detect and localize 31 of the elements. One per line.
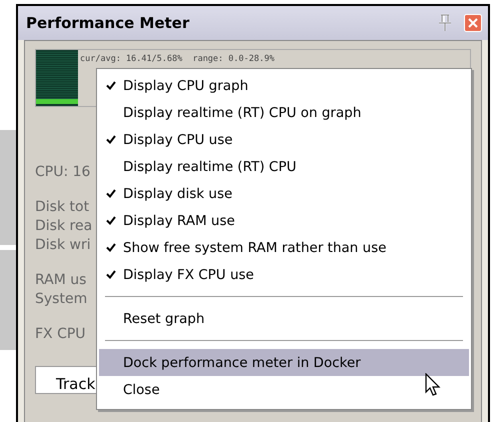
- stat-label: Disk tot: [35, 198, 90, 217]
- menu-item[interactable]: Display FX CPU use: [99, 261, 469, 288]
- stat-label: Disk rea: [35, 217, 92, 236]
- cpu-graph: [36, 50, 78, 106]
- stat-label: RAM us: [35, 271, 86, 290]
- menu-item[interactable]: Display CPU graph: [99, 72, 469, 99]
- menu-item[interactable]: Display RAM use: [99, 207, 469, 234]
- stat-label: System: [35, 290, 88, 309]
- menu-item[interactable]: Reset graph: [99, 305, 469, 332]
- menu-item[interactable]: Display disk use: [99, 180, 469, 207]
- stat-label: CPU: 16: [35, 163, 90, 182]
- stat-label: FX CPU: [35, 325, 86, 344]
- menu-item[interactable]: Display CPU use: [99, 126, 469, 153]
- mouse-pointer-icon: [425, 373, 441, 397]
- cpu-readout: cur/avg: 16.41/5.68% range: 0.0-28.9%: [80, 54, 274, 64]
- checkmark-icon: [106, 243, 116, 252]
- close-icon[interactable]: [464, 14, 482, 32]
- checkmark-icon: [106, 135, 116, 144]
- checkmark-icon: [106, 189, 116, 198]
- checkmark-icon: [106, 216, 116, 225]
- stat-label: Disk wri: [35, 236, 91, 255]
- checkmark-icon: [106, 81, 116, 90]
- column-header[interactable]: Track: [56, 375, 96, 393]
- checkmark-icon: [106, 270, 116, 279]
- pin-icon[interactable]: [438, 14, 452, 32]
- menu-item[interactable]: Show free system RAM rather than use: [99, 234, 469, 261]
- window-title: Performance Meter: [26, 14, 190, 32]
- menu-item[interactable]: Display realtime (RT) CPU on graph: [99, 99, 469, 126]
- menu-item[interactable]: Display realtime (RT) CPU: [99, 153, 469, 180]
- menu-item[interactable]: Close: [99, 376, 469, 403]
- menu-item[interactable]: Dock performance meter in Docker: [99, 349, 469, 376]
